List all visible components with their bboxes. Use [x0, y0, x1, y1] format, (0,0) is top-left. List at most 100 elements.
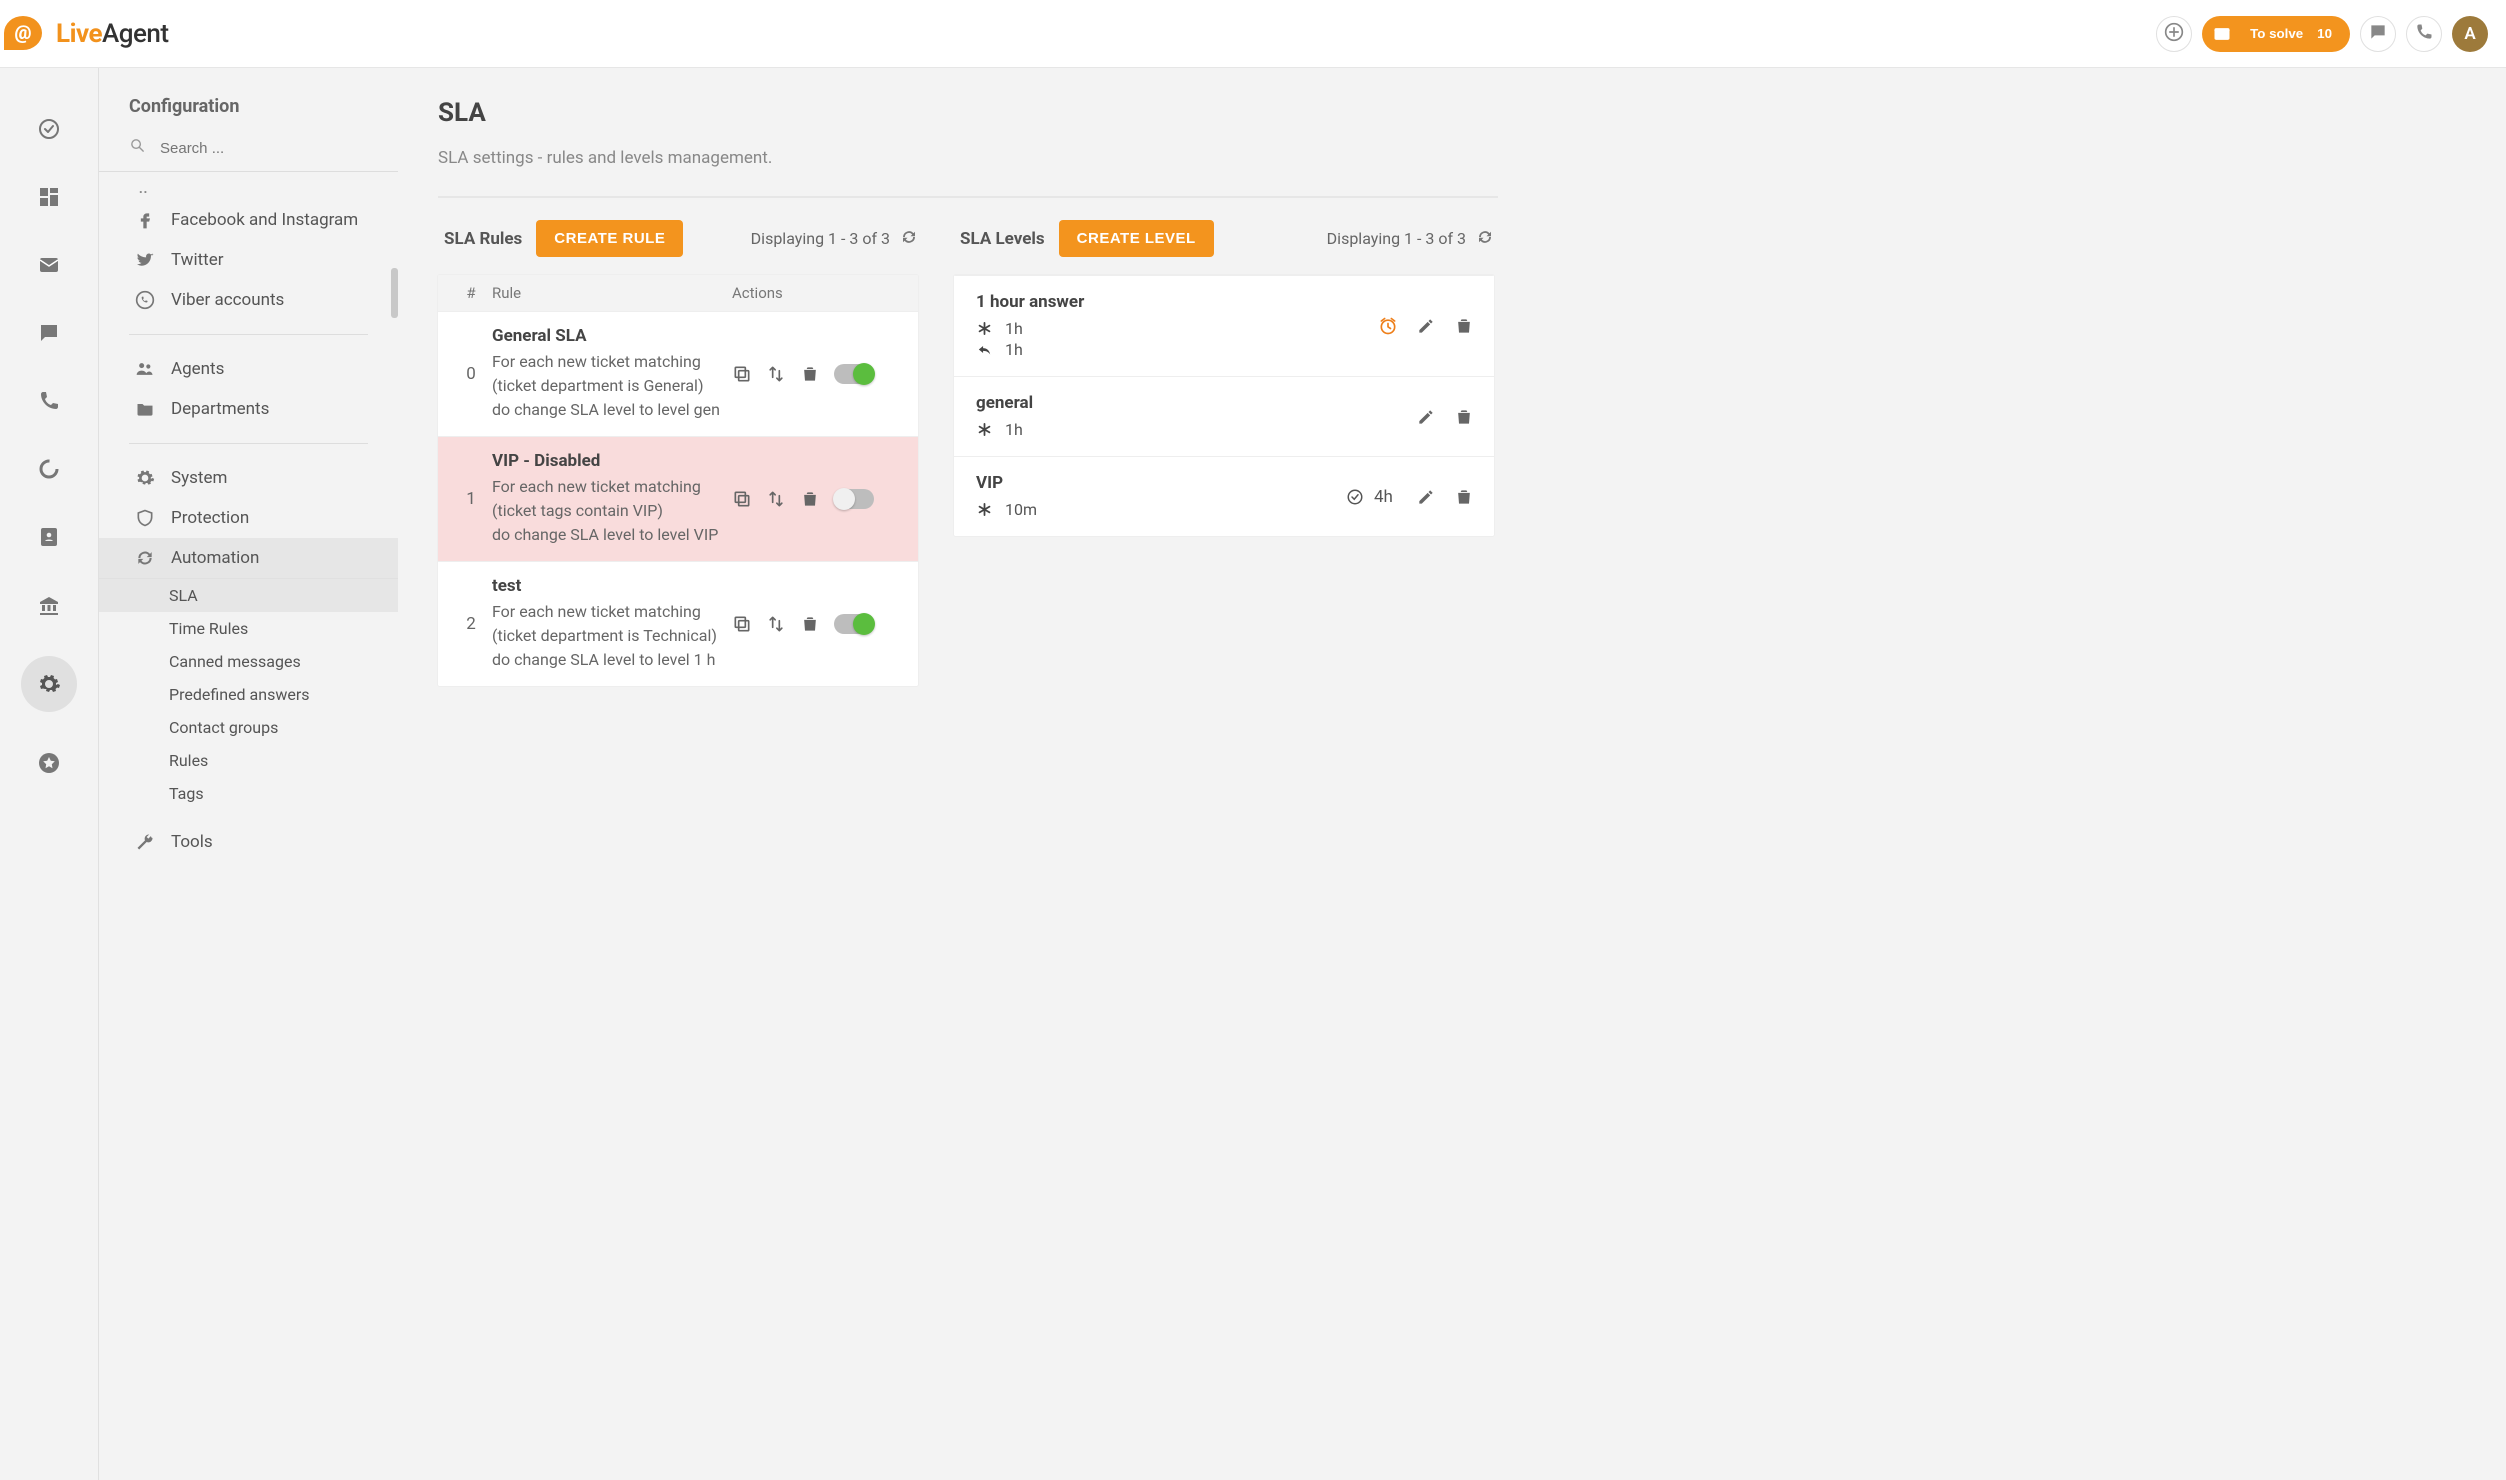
reorder-rule-button[interactable] — [766, 364, 786, 384]
nav-extensions[interactable] — [32, 746, 66, 780]
folder-icon — [135, 399, 155, 419]
reorder-rule-button[interactable] — [766, 489, 786, 509]
rule-toggle[interactable] — [834, 489, 874, 509]
refresh-icon — [135, 548, 155, 568]
cfg-sub-canned[interactable]: Canned messages — [99, 645, 398, 678]
viber-icon — [135, 290, 155, 310]
to-solve-label: To solve — [2250, 26, 2303, 41]
th-actions: Actions — [732, 284, 902, 302]
cfg-item-agents[interactable]: Agents — [99, 349, 398, 389]
cfg-item-label: Protection — [171, 508, 249, 528]
rules-table: # Rule Actions 0 General SLA For each ne… — [438, 275, 918, 686]
nav-tickets[interactable] — [32, 248, 66, 282]
nav-calls[interactable] — [32, 384, 66, 418]
rule-description: For each new ticket matching(ticket depa… — [492, 600, 732, 672]
chat-header-button[interactable] — [2360, 16, 2396, 52]
copy-rule-button[interactable] — [732, 489, 752, 509]
page-title: SLA — [438, 98, 2506, 128]
cfg-sub-rules[interactable]: Rules — [99, 744, 398, 777]
facebook-icon — [135, 210, 155, 230]
copy-rule-button[interactable] — [732, 364, 752, 384]
avatar-letter: A — [2464, 24, 2475, 44]
to-solve-button[interactable]: To solve 10 — [2202, 16, 2350, 52]
level-resolution: 4h — [1374, 487, 1393, 507]
refresh-levels-button[interactable] — [1476, 228, 1494, 250]
nav-knowledgebase[interactable] — [32, 588, 66, 622]
search-icon — [129, 137, 146, 159]
nav-configuration[interactable] — [21, 656, 77, 712]
reply-icon — [976, 341, 993, 358]
copy-rule-button[interactable] — [732, 614, 752, 634]
config-panel: Configuration .. Facebook and Instagram … — [98, 68, 398, 1480]
cfg-sub-predefined[interactable]: Predefined answers — [99, 678, 398, 711]
cfg-sub-sla[interactable]: SLA — [99, 579, 398, 612]
level-first-response: 10m — [1005, 500, 1037, 519]
calls-header-button[interactable] — [2406, 16, 2442, 52]
th-number: # — [454, 284, 488, 302]
rule-row[interactable]: 1 VIP - Disabled For each new ticket mat… — [438, 436, 918, 561]
cfg-sub-timerules[interactable]: Time Rules — [99, 612, 398, 645]
cfg-item-system[interactable]: System — [99, 458, 398, 498]
main-nav — [0, 68, 98, 1480]
rule-name: General SLA — [492, 326, 732, 346]
rule-toggle[interactable] — [834, 614, 874, 634]
cfg-item-viber[interactable]: Viber accounts — [99, 280, 398, 320]
delete-level-button[interactable] — [1454, 316, 1474, 336]
rule-description: For each new ticket matching(ticket depa… — [492, 350, 732, 422]
cfg-sub-contactgroups[interactable]: Contact groups — [99, 711, 398, 744]
rule-toggle[interactable] — [834, 364, 874, 384]
plus-circle-icon — [2164, 22, 2184, 45]
cfg-item-automation[interactable]: Automation — [99, 538, 398, 579]
app-header: @ LiveAgent To solve 10 A — [0, 0, 2506, 68]
nav-chats[interactable] — [32, 316, 66, 350]
level-row[interactable]: 1 hour answer 1h1h — [954, 275, 1494, 376]
cfg-item-label: Automation — [171, 548, 259, 568]
avatar[interactable]: A — [2452, 16, 2488, 52]
delete-level-button[interactable] — [1454, 487, 1474, 507]
clock-icon — [1378, 316, 1398, 336]
cfg-item-tools[interactable]: Tools — [99, 810, 398, 862]
to-solve-count: 10 — [2317, 26, 2332, 41]
level-next-reply: 1h — [1005, 340, 1023, 359]
level-first-response: 1h — [1005, 420, 1023, 439]
delete-rule-button[interactable] — [800, 364, 820, 384]
refresh-rules-button[interactable] — [900, 228, 918, 250]
main-content: SLA SLA settings - rules and levels mana… — [398, 68, 2506, 1480]
nav-dashboard[interactable] — [32, 180, 66, 214]
delete-level-button[interactable] — [1454, 407, 1474, 427]
reorder-rule-button[interactable] — [766, 614, 786, 634]
level-row[interactable]: VIP 10m 4h — [954, 456, 1494, 536]
delete-rule-button[interactable] — [800, 614, 820, 634]
rule-row[interactable]: 2 test For each new ticket matching(tick… — [438, 561, 918, 686]
cfg-item-departments[interactable]: Departments — [99, 389, 398, 429]
nav-customers[interactable] — [32, 520, 66, 554]
rules-table-head: # Rule Actions — [438, 275, 918, 311]
cfg-sub-tags[interactable]: Tags — [99, 777, 398, 810]
cfg-item-protection[interactable]: Protection — [99, 498, 398, 538]
edit-level-button[interactable] — [1416, 407, 1436, 427]
cfg-item-label: Facebook and Instagram — [171, 210, 358, 230]
rule-row[interactable]: 0 General SLA For each new ticket matchi… — [438, 311, 918, 436]
level-mid: 4h — [1346, 487, 1416, 507]
config-scrollbar[interactable] — [391, 268, 398, 318]
cfg-item-facebook[interactable]: Facebook and Instagram — [99, 200, 398, 240]
create-rule-button[interactable]: CREATE RULE — [536, 220, 683, 257]
config-search[interactable] — [99, 131, 398, 172]
edit-level-button[interactable] — [1416, 487, 1436, 507]
cfg-item-twitter[interactable]: Twitter — [99, 240, 398, 280]
nav-reports[interactable] — [32, 452, 66, 486]
level-name: VIP — [976, 473, 1346, 493]
config-title: Configuration — [99, 96, 398, 131]
create-level-button[interactable]: CREATE LEVEL — [1059, 220, 1214, 257]
page-subtitle: SLA settings - rules and levels manageme… — [438, 148, 2506, 168]
nav-getting-started[interactable] — [32, 112, 66, 146]
edit-level-button[interactable] — [1416, 316, 1436, 336]
agents-icon — [135, 359, 155, 379]
delete-rule-button[interactable] — [800, 489, 820, 509]
level-name: 1 hour answer — [976, 292, 1308, 312]
logo[interactable]: @ LiveAgent — [4, 14, 169, 54]
mail-icon — [2208, 20, 2236, 48]
level-row[interactable]: general 1h — [954, 376, 1494, 456]
config-search-input[interactable] — [146, 140, 368, 157]
new-button[interactable] — [2156, 16, 2192, 52]
